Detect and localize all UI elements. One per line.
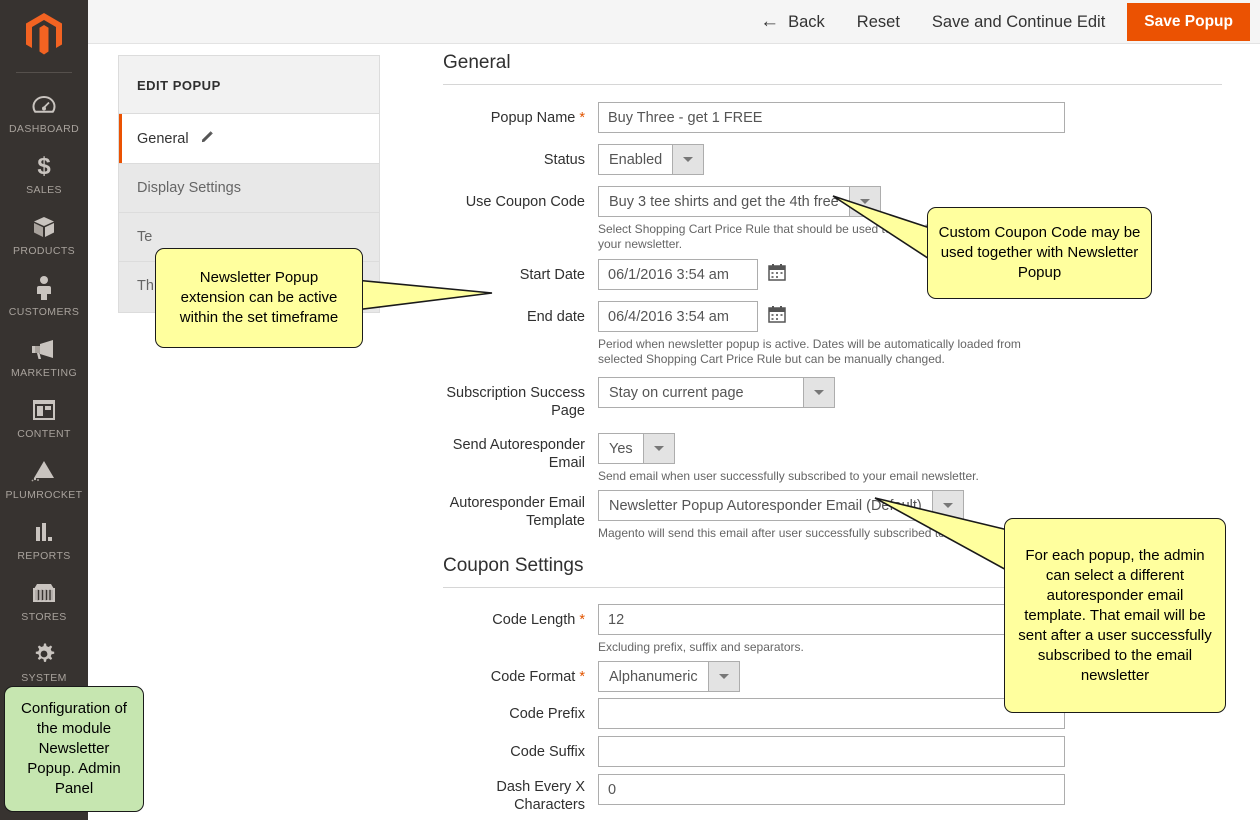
callout-configuration: Configuration of the module Newsletter P… [4,686,144,812]
callout-autoresponder-text: For each popup, the admin can select a d… [1015,546,1215,686]
callout-timeframe: Newsletter Popup extension can be active… [155,248,363,348]
timeframe-pointer [355,280,492,310]
callout-configuration-text: Configuration of the module Newsletter P… [15,699,133,799]
autoresponder-pointer [875,498,1010,572]
callout-timeframe-text: Newsletter Popup extension can be active… [166,268,352,328]
screen-root: DASHBOARD $ SALES PRODUCTS [0,0,1260,820]
callout-autoresponder: For each popup, the admin can select a d… [1004,518,1226,713]
callout-custom-coupon: Custom Coupon Code may be used together … [927,207,1152,299]
callout-custom-coupon-text: Custom Coupon Code may be used together … [938,223,1141,283]
